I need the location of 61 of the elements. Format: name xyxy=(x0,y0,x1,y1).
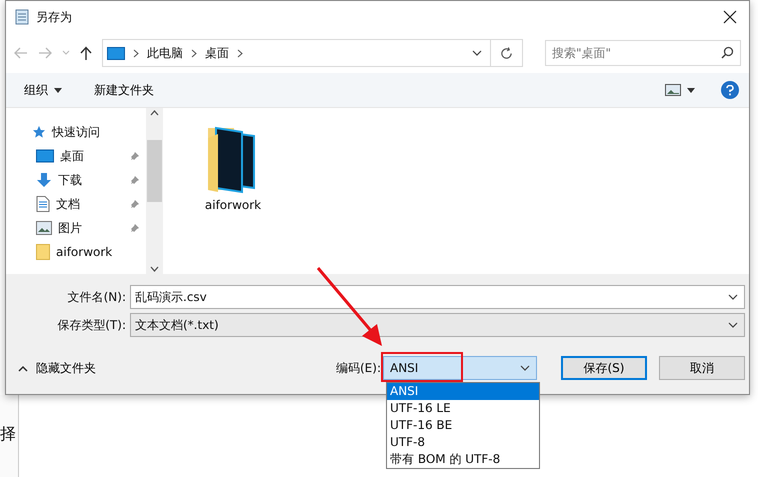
encoding-option[interactable]: 带有 BOM 的 UTF-8 xyxy=(387,451,539,468)
close-icon xyxy=(723,10,737,24)
encoding-option[interactable]: UTF-16 BE xyxy=(387,417,539,434)
nav-item[interactable]: 文档 xyxy=(56,196,124,212)
chevron-icon xyxy=(133,48,139,58)
filename-label: 文件名(N): xyxy=(66,288,127,306)
up-button[interactable] xyxy=(80,46,92,60)
computer-icon xyxy=(107,46,125,60)
caret-icon xyxy=(520,363,530,373)
help-button[interactable] xyxy=(721,81,739,99)
encoding-option[interactable]: UTF-8 xyxy=(387,434,539,451)
window-title: 另存为 xyxy=(36,8,73,26)
organize-button[interactable]: 组织 xyxy=(18,78,68,102)
search-icon xyxy=(721,46,734,59)
breadcrumb[interactable]: 桌面 xyxy=(205,44,229,62)
notepad-icon xyxy=(14,9,30,25)
caret-icon xyxy=(728,292,738,302)
left-arrow-icon xyxy=(14,47,28,59)
encoding-option[interactable]: UTF-16 LE xyxy=(387,400,539,417)
filename-field[interactable]: 乱码演示.csv xyxy=(130,285,745,309)
nav-item[interactable]: 桌面 xyxy=(60,148,124,164)
nav-item[interactable]: 下载 xyxy=(58,172,124,188)
up-arrow-icon xyxy=(80,46,92,60)
nav-item[interactable]: 快速访问 xyxy=(52,124,140,140)
file-type-dropdown[interactable]: 文本文档(*.txt) xyxy=(130,313,745,337)
nav-item[interactable]: aiforwork xyxy=(56,245,140,259)
chevron-icon xyxy=(191,48,197,58)
file-type-label: 保存类型(T): xyxy=(56,316,127,334)
cancel-button[interactable]: 取消 xyxy=(659,356,745,380)
chevron-up-icon xyxy=(18,364,28,372)
encoding-dropdown[interactable]: ANSI xyxy=(383,356,537,380)
picture-icon xyxy=(665,84,681,96)
right-arrow-icon xyxy=(38,47,52,59)
refresh-icon xyxy=(500,46,513,60)
star-icon xyxy=(32,125,46,139)
down-arrow-icon xyxy=(36,172,52,188)
dropdown-caret-icon xyxy=(472,48,482,58)
chevron-icon xyxy=(237,48,243,58)
folder-icon xyxy=(36,244,50,260)
help-icon xyxy=(726,84,734,96)
encoding-option[interactable]: ANSI xyxy=(387,383,539,400)
caret-icon xyxy=(687,88,695,92)
document-icon xyxy=(36,196,50,212)
scroll-down-icon[interactable] xyxy=(150,266,159,272)
background-text: 择 xyxy=(0,424,16,445)
hide-folders-button[interactable]: 隐藏文件夹 xyxy=(18,360,96,376)
caret-icon xyxy=(728,320,738,330)
file-name[interactable]: aiforwork xyxy=(204,198,262,212)
search-field[interactable]: 搜索"桌面" xyxy=(545,40,741,66)
address-bar[interactable]: 此电脑 桌面 xyxy=(102,39,523,67)
picture-icon xyxy=(36,221,52,235)
save-button[interactable]: 保存(S) xyxy=(561,356,647,380)
new-folder-button[interactable]: 新建文件夹 xyxy=(88,78,160,102)
scrollbar[interactable] xyxy=(146,108,163,274)
encoding-label: 编码(E): xyxy=(336,360,381,376)
breadcrumb[interactable]: 此电脑 xyxy=(147,44,183,62)
caret-icon xyxy=(62,50,70,56)
nav-item[interactable]: 图片 xyxy=(58,220,124,236)
scroll-up-icon[interactable] xyxy=(150,110,159,116)
desktop-icon xyxy=(36,149,54,163)
caret-icon xyxy=(54,88,62,92)
